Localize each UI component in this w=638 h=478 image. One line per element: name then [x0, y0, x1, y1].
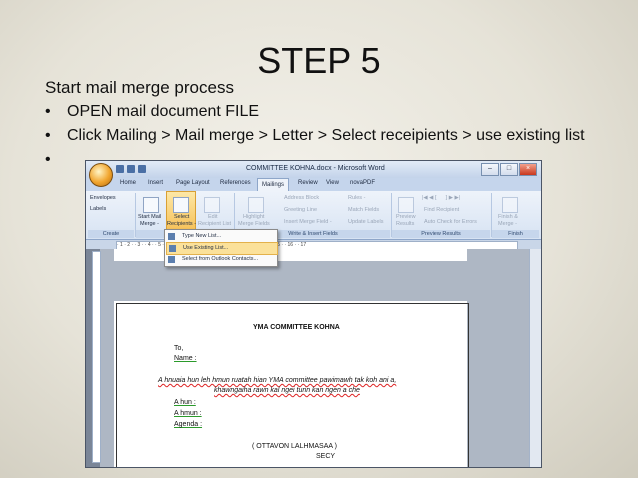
edit-recipient-label[interactable]: Recipient List [198, 221, 231, 227]
ribbon-tabs: Home Insert Page Layout References Maili… [86, 178, 541, 192]
edit-recipient-label[interactable]: Edit [208, 214, 217, 220]
tab-home[interactable]: Home [120, 180, 136, 186]
word-screenshot: COMMITTEE KOHNA.docx - Microsoft Word – □… [85, 160, 542, 468]
vertical-scrollbar[interactable] [529, 249, 541, 467]
bullet-item: Click Mailing > Mail merge > Letter > Se… [45, 124, 585, 148]
doc-signatory: ( OTTAVON LALHMASAA ) [252, 443, 337, 450]
select-recipients-label: Select [174, 214, 190, 220]
rules-button[interactable]: Rules - [348, 195, 365, 201]
group-finish: Finish [492, 230, 539, 238]
existing-list-icon [169, 245, 176, 252]
start-mail-merge-icon [143, 197, 159, 213]
finish-merge-label[interactable]: Finish & [498, 214, 518, 220]
tab-novapdf[interactable]: novaPDF [350, 180, 375, 186]
doc-name: Name : [174, 355, 197, 362]
outlook-contacts-icon [168, 256, 175, 263]
maximize-icon[interactable]: □ [500, 163, 518, 176]
menu-item-outlook-contacts[interactable]: Select from Outlook Contacts... [166, 254, 276, 265]
vertical-ruler [92, 251, 101, 463]
save-icon[interactable] [116, 165, 124, 173]
doc-body-line: khawngaiha rawn kal ngei turin kan ngen … [214, 387, 360, 394]
group-preview: Preview Results [392, 230, 490, 238]
doc-heading: YMA COMMITTEE KOHNA [253, 324, 340, 331]
tab-insert[interactable]: Insert [148, 180, 163, 186]
envelopes-button[interactable]: Envelopes [90, 195, 116, 201]
tab-mailings[interactable]: Mailings [257, 178, 290, 192]
doc-secy: SECY [316, 453, 336, 460]
minimize-icon[interactable]: – [481, 163, 499, 176]
doc-agenda: Agenda : [174, 421, 203, 428]
tab-review[interactable]: Review [298, 180, 318, 186]
doc-ahun: A hun : [174, 399, 196, 406]
doc-body-line: A hnuaia hun leh hmun ruatah hian YMA co… [158, 377, 397, 384]
highlight-label[interactable]: Highlight [243, 214, 264, 220]
recipients-icon [173, 197, 189, 213]
match-fields-button[interactable]: Match Fields [348, 207, 379, 213]
redo-icon[interactable] [138, 165, 146, 173]
labels-button[interactable]: Labels [90, 206, 106, 212]
undo-icon[interactable] [127, 165, 135, 173]
menu-item-type-new-list[interactable]: Type New List... [166, 231, 276, 242]
insert-merge-field-button[interactable]: Insert Merge Field - [284, 219, 332, 225]
greeting-line-button[interactable]: Greeting Line [284, 207, 317, 213]
window-title: COMMITTEE KOHNA.docx - Microsoft Word [246, 165, 385, 172]
preview-results-label[interactable]: Results [396, 221, 414, 227]
preview-icon [398, 197, 414, 213]
bullet-item: OPEN mail document FILE [45, 100, 585, 124]
record-navigation[interactable]: |◀ ◀ [ ] ▶ ▶| [422, 195, 460, 201]
group-create: Create [88, 230, 134, 238]
address-block-button[interactable]: Address Block [284, 195, 319, 201]
finish-merge-icon [502, 197, 518, 213]
auto-check-button[interactable]: Auto Check for Errors [424, 219, 477, 225]
select-recipients-menu: Type New List... Use Existing List... Se… [164, 229, 278, 267]
highlight-icon [248, 197, 264, 213]
new-list-icon [168, 233, 175, 240]
ribbon: Envelopes Labels Create Start Mail Merge… [86, 191, 541, 240]
office-button[interactable] [89, 163, 113, 187]
preview-results-label[interactable]: Preview [396, 214, 416, 220]
update-labels-button[interactable]: Update Labels [348, 219, 383, 225]
close-icon[interactable]: × [519, 163, 537, 176]
slide-title: STEP 5 [257, 40, 381, 81]
quick-access-toolbar [116, 165, 152, 174]
edit-recipient-icon [204, 197, 220, 213]
start-mail-merge-label[interactable]: Start Mail [138, 214, 161, 220]
select-recipients-button[interactable]: Select Recipients - [166, 191, 196, 231]
start-mail-merge-label[interactable]: Merge - [140, 221, 159, 227]
select-recipients-label: Recipients - [167, 221, 197, 227]
window-controls: – □ × [480, 163, 537, 176]
doc-to: To, [174, 345, 184, 352]
tab-references[interactable]: References [220, 180, 251, 186]
tab-view[interactable]: View [326, 180, 339, 186]
highlight-label[interactable]: Merge Fields [238, 221, 270, 227]
finish-merge-label[interactable]: Merge - [498, 221, 517, 227]
slide-subtitle: Start mail merge process [45, 78, 234, 97]
title-bar: COMMITTEE KOHNA.docx - Microsoft Word – □… [86, 161, 541, 178]
tab-page-layout[interactable]: Page Layout [176, 180, 210, 186]
find-recipient-button[interactable]: Find Recipient [424, 207, 459, 213]
doc-ahmun: A hmun : [174, 410, 202, 417]
